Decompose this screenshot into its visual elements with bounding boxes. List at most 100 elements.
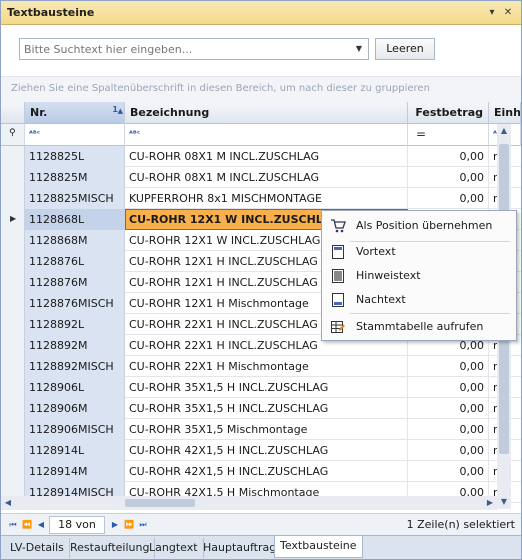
scroll-right-icon[interactable]: ▶ xyxy=(483,496,497,510)
filter-cell-festbetrag[interactable]: = xyxy=(408,124,489,146)
cell-nr[interactable]: 1128825L xyxy=(25,146,125,167)
cell-nr[interactable]: 1128892MISCH xyxy=(25,356,125,377)
row-indicator[interactable] xyxy=(1,461,25,482)
cell-nr[interactable]: 1128868M xyxy=(25,230,125,251)
row-indicator[interactable] xyxy=(1,188,25,209)
record-position: 18 von 76 xyxy=(49,516,105,547)
cell-nr[interactable]: 1128906M xyxy=(25,398,125,419)
cart-add-icon xyxy=(330,218,346,234)
close-icon[interactable]: ✕ xyxy=(501,6,515,20)
row-indicator[interactable] xyxy=(1,251,25,272)
menu-item-nachtext[interactable]: Nachtext xyxy=(322,289,516,311)
cell-bezeichnung[interactable]: CU-ROHR 35X1,5 Mischmontage xyxy=(125,419,408,440)
row-indicator[interactable] xyxy=(1,335,25,356)
row-indicator[interactable] xyxy=(1,146,25,167)
next-record-icon[interactable]: ▶ xyxy=(109,518,121,532)
cell-bezeichnung[interactable]: CU-ROHR 35X1,5 H INCL.ZUSCHLAG xyxy=(125,377,408,398)
menu-item-vortext[interactable]: Vortext xyxy=(322,241,516,263)
group-panel[interactable]: Ziehen Sie eine Spaltenüberschrift in di… xyxy=(1,76,521,102)
cell-bezeichnung[interactable]: CU-ROHR 22X1 H Mischmontage xyxy=(125,356,408,377)
table-row[interactable]: 1128914M CU-ROHR 42X1,5 H INCL.ZUSCHLAG 0,… xyxy=(1,461,521,482)
panel-title-bar: Textbausteine ▾ ✕ xyxy=(1,1,521,25)
cell-nr[interactable]: 1128825M xyxy=(25,167,125,188)
row-indicator[interactable] xyxy=(1,314,25,335)
doc-top-icon xyxy=(330,244,346,260)
cell-festbetrag[interactable]: 0,00 xyxy=(408,440,489,461)
table-row[interactable]: 1128892MISCH CU-ROHR 22X1 H Mischmontage 0… xyxy=(1,356,521,377)
cell-festbetrag[interactable]: 0,00 xyxy=(408,419,489,440)
cell-bezeichnung[interactable]: CU-ROHR 08X1 M INCL.ZUSCHLAG xyxy=(125,167,408,188)
table-row[interactable]: 1128825MISCH KUPFERROHR 8x1 MISCHMONTAGE 0… xyxy=(1,188,521,209)
tab-hauptauftrag[interactable]: Hauptauftrag xyxy=(198,538,283,558)
cell-nr[interactable]: 1128868L xyxy=(25,209,125,230)
cell-festbetrag[interactable]: 0,00 xyxy=(408,461,489,482)
table-row[interactable]: 1128906MISCH CU-ROHR 35X1,5 Mischmontage 0… xyxy=(1,419,521,440)
cell-nr[interactable]: 1128876M xyxy=(25,272,125,293)
table-row[interactable]: 1128906L CU-ROHR 35X1,5 H INCL.ZUSCHLAG 0,… xyxy=(1,377,521,398)
tab-restaufteilung[interactable]: Restaufteilung xyxy=(65,538,156,558)
table-row[interactable]: 1128825M CU-ROHR 08X1 M INCL.ZUSCHLAG 0,00… xyxy=(1,167,521,188)
column-header-nr[interactable]: Nr. 1 ▲ xyxy=(25,102,125,124)
cell-bezeichnung[interactable]: CU-ROHR 42X1,5 H INCL.ZUSCHLAG xyxy=(125,440,408,461)
column-header-festbetrag[interactable]: Festbetrag xyxy=(408,102,489,124)
cell-festbetrag[interactable]: 0,00 xyxy=(408,398,489,419)
scroll-up-icon[interactable]: ▲ xyxy=(497,124,511,138)
table-row[interactable]: 1128825L CU-ROHR 08X1 M INCL.ZUSCHLAG 0,00… xyxy=(1,146,521,167)
cell-nr[interactable]: 1128914M xyxy=(25,461,125,482)
cell-festbetrag[interactable]: 0,00 xyxy=(408,377,489,398)
first-record-icon[interactable]: ⏮ xyxy=(7,518,19,532)
cell-festbetrag[interactable]: 0,00 xyxy=(408,146,489,167)
chevron-down-icon[interactable]: ▼ xyxy=(352,41,366,57)
tab-langtext[interactable]: Langtext xyxy=(144,538,204,558)
next-page-icon[interactable]: ⏩ xyxy=(123,518,135,532)
row-indicator[interactable] xyxy=(1,398,25,419)
tab-textbausteine[interactable]: Textbausteine xyxy=(274,536,363,558)
menu-item-hinweistext[interactable]: Hinweistext xyxy=(322,265,516,287)
cell-nr[interactable]: 1128906MISCH xyxy=(25,419,125,440)
last-record-icon[interactable]: ⏭ xyxy=(137,518,149,532)
scroll-down-icon[interactable]: ▼ xyxy=(497,495,511,509)
cell-bezeichnung[interactable]: CU-ROHR 35X1,5 H INCL.ZUSCHLAG xyxy=(125,398,408,419)
search-input[interactable] xyxy=(20,39,350,59)
cell-bezeichnung[interactable]: KUPFERROHR 8x1 MISCHMONTAGE xyxy=(125,188,408,209)
cell-festbetrag[interactable]: 0,00 xyxy=(408,167,489,188)
row-indicator[interactable] xyxy=(1,356,25,377)
table-row[interactable]: 1128906M CU-ROHR 35X1,5 H INCL.ZUSCHLAG 0,… xyxy=(1,398,521,419)
horizontal-scrollbar[interactable]: ◀ ▶ xyxy=(1,496,497,510)
cell-festbetrag[interactable]: 0,00 xyxy=(408,188,489,209)
cell-nr[interactable]: 1128825MISCH xyxy=(25,188,125,209)
clear-button[interactable]: Leeren xyxy=(375,38,435,60)
menu-item-als-position[interactable]: Als Position übernehmen xyxy=(322,215,516,237)
scroll-left-icon[interactable]: ◀ xyxy=(1,496,15,510)
row-indicator[interactable] xyxy=(1,377,25,398)
row-indicator[interactable]: ▶ xyxy=(1,209,25,230)
table-row[interactable]: 1128914L CU-ROHR 42X1,5 H INCL.ZUSCHLAG 0,… xyxy=(1,440,521,461)
row-indicator[interactable] xyxy=(1,440,25,461)
dropdown-arrow-icon[interactable]: ▾ xyxy=(485,6,499,20)
horizontal-scroll-thumb[interactable] xyxy=(125,499,195,507)
cell-nr[interactable]: 1128892M xyxy=(25,335,125,356)
menu-item-stammtabelle[interactable]: Stammtabelle aufrufen xyxy=(322,316,516,338)
row-indicator[interactable] xyxy=(1,293,25,314)
row-indicator[interactable] xyxy=(1,419,25,440)
prev-record-icon[interactable]: ◀ xyxy=(35,518,47,532)
column-header-einheit[interactable]: Einhe xyxy=(489,102,521,124)
row-indicator[interactable] xyxy=(1,230,25,251)
row-indicator[interactable] xyxy=(1,167,25,188)
prev-page-icon[interactable]: ⏪ xyxy=(21,518,33,532)
filter-cell-nr[interactable]: ᴬᴮᶜ xyxy=(25,124,125,146)
cell-nr[interactable]: 1128914L xyxy=(25,440,125,461)
cell-nr[interactable]: 1128906L xyxy=(25,377,125,398)
cell-nr[interactable]: 1128876MISCH xyxy=(25,293,125,314)
cell-bezeichnung[interactable]: CU-ROHR 08X1 M INCL.ZUSCHLAG xyxy=(125,146,408,167)
cell-nr[interactable]: 1128876L xyxy=(25,251,125,272)
filter-cell-bezeichnung[interactable]: ᴬᴮᶜ xyxy=(125,124,408,146)
row-indicator[interactable] xyxy=(1,272,25,293)
textbausteine-panel: Textbausteine ▾ ✕ ▼ Leeren Ziehen Sie ei… xyxy=(0,0,522,560)
cell-nr[interactable]: 1128892L xyxy=(25,314,125,335)
cell-festbetrag[interactable]: 0,00 xyxy=(408,356,489,377)
cell-bezeichnung[interactable]: CU-ROHR 42X1,5 H INCL.ZUSCHLAG xyxy=(125,461,408,482)
tab-lv-details[interactable]: LV-Details xyxy=(5,538,70,558)
search-combobox[interactable]: ▼ xyxy=(19,38,369,60)
column-header-bezeichnung[interactable]: Bezeichnung xyxy=(125,102,408,124)
